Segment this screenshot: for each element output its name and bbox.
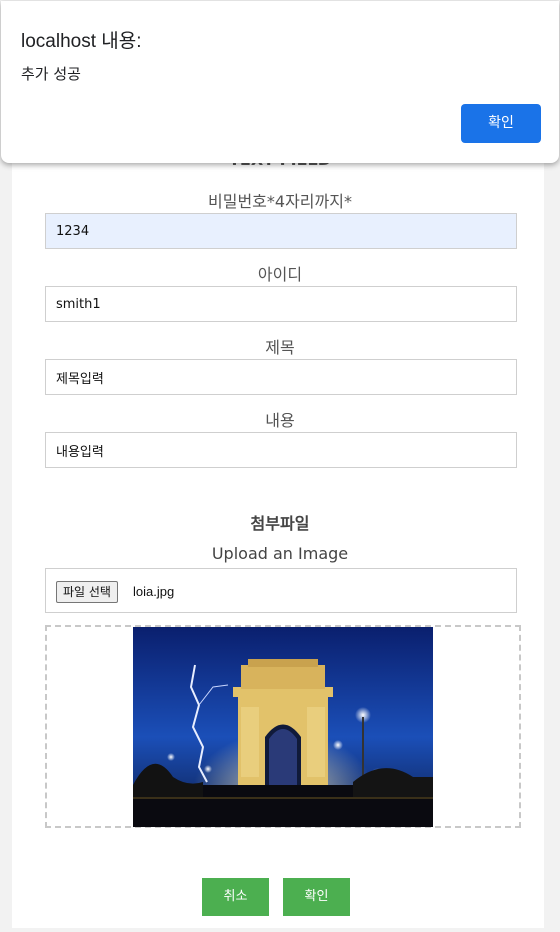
id-label: 아이디	[257, 265, 303, 284]
dialog-message: 추가 성공	[21, 65, 81, 83]
alert-dialog: localhost 내용: 추가 성공 확인	[1, 1, 559, 163]
dialog-title: localhost 내용:	[21, 31, 142, 52]
id-input[interactable]	[45, 286, 517, 322]
title-label: 제목	[265, 338, 295, 357]
file-input-box: 파일 선택 loia.jpg	[45, 568, 517, 613]
content-label: 내용	[265, 411, 295, 430]
password-label: 비밀번호*4자리까지*	[208, 192, 352, 211]
confirm-button[interactable]: 확인	[283, 878, 350, 916]
password-input[interactable]	[45, 213, 517, 249]
content-input[interactable]	[45, 432, 517, 468]
choose-file-button[interactable]: 파일 선택	[56, 581, 118, 603]
file-name: loia.jpg	[133, 584, 175, 599]
cancel-button[interactable]: 취소	[202, 878, 269, 916]
uploaded-image-preview	[133, 627, 433, 827]
image-preview-box	[45, 625, 521, 828]
title-input[interactable]	[45, 359, 517, 395]
attachment-title: 첨부파일	[250, 514, 310, 533]
dialog-ok-button[interactable]: 확인	[461, 104, 541, 143]
upload-label: Upload an Image	[211, 544, 349, 563]
